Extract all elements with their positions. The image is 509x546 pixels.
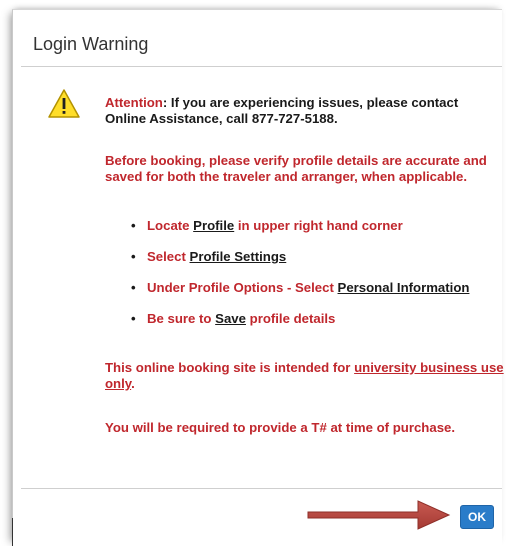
dialog-title: Login Warning <box>33 34 149 54</box>
profile-settings-link[interactable]: Profile Settings <box>190 249 287 264</box>
step-text: Select <box>147 249 190 264</box>
warning-triangle-icon <box>48 89 80 118</box>
step-text: profile details <box>245 311 336 326</box>
verify-message: Before booking, please verify profile de… <box>105 153 487 184</box>
bullet: • <box>131 218 136 233</box>
bullet: • <box>131 311 136 326</box>
profile-steps-list: • Locate Profile in upper right hand cor… <box>119 218 504 342</box>
list-item: • Select Profile Settings <box>119 249 504 280</box>
window-edge <box>12 518 13 546</box>
bullet: • <box>131 249 136 264</box>
personal-information-link[interactable]: Personal Information <box>338 280 470 295</box>
intended-text: . <box>131 376 135 391</box>
arrow-pointer-icon <box>307 500 451 530</box>
intended-text: This online booking site is intended for <box>105 360 355 375</box>
bullet: • <box>131 280 136 295</box>
attention-label: Attention <box>105 95 163 110</box>
step-text: in upper right hand corner <box>234 218 403 233</box>
intended-use-message: This online booking site is intended for… <box>105 360 505 392</box>
step-text: Locate <box>147 218 194 233</box>
tnumber-message: You will be required to provide a T# at … <box>105 420 456 435</box>
save-link[interactable]: Save <box>215 311 246 326</box>
step-text: Under Profile Options - Select <box>147 280 338 295</box>
ok-button[interactable]: OK <box>460 505 494 529</box>
attention-message: Attention: If you are experiencing issue… <box>105 95 500 127</box>
header-divider <box>21 66 502 67</box>
list-item: • Under Profile Options - Select Persona… <box>119 280 504 311</box>
list-item: • Locate Profile in upper right hand cor… <box>119 218 504 249</box>
login-warning-dialog: Login Warning Attention: If you are expe… <box>12 9 505 546</box>
list-item: • Be sure to Save profile details <box>119 311 504 342</box>
footer-divider <box>21 488 502 489</box>
step-text: Be sure to <box>147 311 216 326</box>
profile-link[interactable]: Profile <box>193 218 234 233</box>
